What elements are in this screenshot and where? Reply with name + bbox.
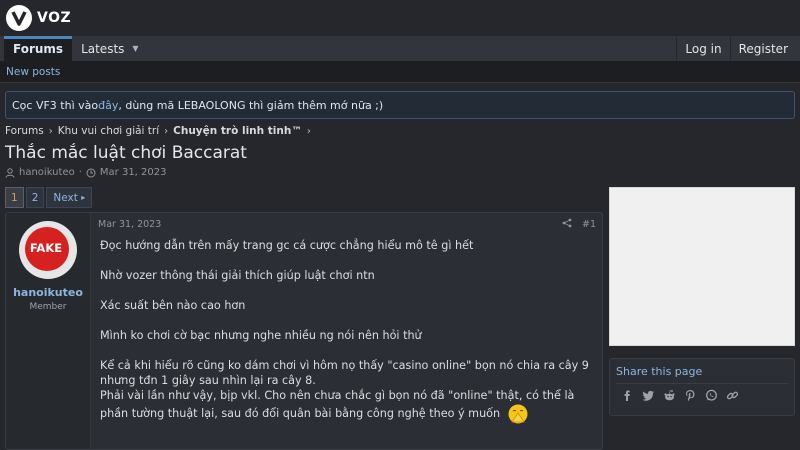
thread-date[interactable]: Mar 31, 2023 bbox=[100, 167, 167, 178]
breadcrumb-chuyen-tro[interactable]: Chuyện trò linh tinh™ bbox=[173, 125, 302, 137]
site-header: VOZ bbox=[0, 0, 800, 36]
logo-text: VOZ bbox=[37, 10, 72, 26]
post-paragraph: Xác suất bên nào cao hơn bbox=[100, 299, 246, 312]
tab-forums[interactable]: Forums bbox=[4, 36, 73, 61]
sidebar-ad-slot bbox=[609, 187, 795, 346]
page-content: Forums › Khu vui chơi giải trí › Chuyện … bbox=[0, 120, 800, 450]
link-icon[interactable] bbox=[726, 389, 739, 402]
post-paragraph-last: Phải vài lần như vậy, bịp vkl. Cho nên c… bbox=[100, 388, 595, 425]
breadcrumb-forums[interactable]: Forums bbox=[5, 125, 44, 137]
breadcrumb-khu-vui-choi[interactable]: Khu vui chơi giải trí bbox=[58, 125, 159, 137]
chevron-right-icon: ▸ bbox=[81, 193, 86, 202]
twitter-icon[interactable] bbox=[642, 389, 655, 402]
main-nav: Forums Latests ▼ Log in Register bbox=[0, 36, 800, 61]
page-1-button[interactable]: 1 bbox=[5, 187, 24, 208]
breadcrumb: Forums › Khu vui chơi giải trí › Chuyện … bbox=[5, 125, 311, 137]
avatar-text: FAKE bbox=[29, 241, 63, 255]
post-user-cell: FAKE hanoikuteo Member bbox=[6, 213, 91, 449]
thread-author[interactable]: hanoikuteo bbox=[19, 167, 75, 178]
sub-nav: New posts bbox=[0, 61, 800, 83]
pray-emoji-icon bbox=[504, 403, 532, 425]
site-logo[interactable]: VOZ bbox=[6, 5, 71, 31]
meta-separator: · bbox=[78, 167, 82, 178]
tab-latests-label: Latests bbox=[81, 41, 125, 56]
share-title: Share this page bbox=[616, 365, 703, 378]
whatsapp-icon[interactable] bbox=[705, 389, 718, 402]
post-paragraph: Mình ko chơi cờ bạc nhưng nghe nhiều ng … bbox=[100, 329, 422, 342]
page-2-button[interactable]: 2 bbox=[25, 187, 45, 208]
post-paragraph: Nhờ vozer thông thái giải thích giúp luậ… bbox=[100, 269, 375, 282]
pinterest-icon[interactable] bbox=[684, 389, 697, 402]
reddit-icon[interactable] bbox=[663, 389, 676, 402]
chevron-right-icon: › bbox=[306, 125, 311, 137]
login-label: Log in bbox=[685, 41, 722, 56]
notice-link[interactable]: đây bbox=[98, 99, 118, 112]
new-posts-link[interactable]: New posts bbox=[6, 66, 60, 78]
share-icon[interactable] bbox=[562, 218, 572, 231]
page-title: Thắc mắc luật chơi Baccarat bbox=[5, 143, 247, 163]
facebook-icon[interactable] bbox=[621, 389, 634, 402]
logo-icon bbox=[6, 5, 32, 31]
share-icons bbox=[610, 384, 794, 402]
post-paragraph: Đọc hướng dẫn trên mấy trang gc cá cược … bbox=[100, 239, 474, 252]
clock-icon bbox=[86, 168, 96, 178]
login-button[interactable]: Log in bbox=[676, 36, 729, 61]
next-page-label: Next bbox=[53, 191, 78, 204]
post-paragraph: Kể cả khi hiểu rõ cũng ko dám chơi vì hô… bbox=[100, 359, 589, 387]
register-label: Register bbox=[738, 41, 788, 56]
chevron-right-icon: › bbox=[164, 125, 169, 137]
register-button[interactable]: Register bbox=[729, 36, 796, 61]
chevron-right-icon: › bbox=[48, 125, 53, 137]
notice-text-pre: Cọc VF3 thì vào bbox=[12, 98, 99, 112]
caret-down-icon[interactable]: ▼ bbox=[132, 44, 138, 53]
user-icon bbox=[5, 167, 15, 178]
pagination: 1 2 Next ▸ bbox=[5, 187, 93, 208]
post-header: Mar 31, 2023 #1 bbox=[91, 213, 602, 235]
post-date[interactable]: Mar 31, 2023 bbox=[98, 219, 161, 230]
share-block: Share this page bbox=[609, 358, 795, 416]
post-username[interactable]: hanoikuteo bbox=[13, 286, 83, 299]
post-main: Mar 31, 2023 #1 Đọc hướng dẫn trên mấy t… bbox=[91, 213, 602, 449]
post-body: Đọc hướng dẫn trên mấy trang gc cá cược … bbox=[91, 235, 602, 425]
post-number[interactable]: #1 bbox=[582, 219, 596, 230]
post-user-title: Member bbox=[29, 302, 67, 312]
avatar[interactable]: FAKE bbox=[19, 221, 77, 279]
next-page-button[interactable]: Next ▸ bbox=[46, 187, 93, 208]
post: FAKE hanoikuteo Member Mar 31, 2023 #1 Đ… bbox=[5, 212, 603, 450]
tab-latests[interactable]: Latests ▼ bbox=[72, 36, 148, 61]
thread-meta: hanoikuteo · Mar 31, 2023 bbox=[5, 167, 166, 178]
notice-text-post: , dùng mã LEBAOLONG thì giảm thêm mớ nữa… bbox=[118, 98, 384, 112]
notice-banner: Cọc VF3 thì vào đây, dùng mã LEBAOLONG t… bbox=[5, 91, 795, 119]
tab-forums-label: Forums bbox=[13, 41, 64, 56]
